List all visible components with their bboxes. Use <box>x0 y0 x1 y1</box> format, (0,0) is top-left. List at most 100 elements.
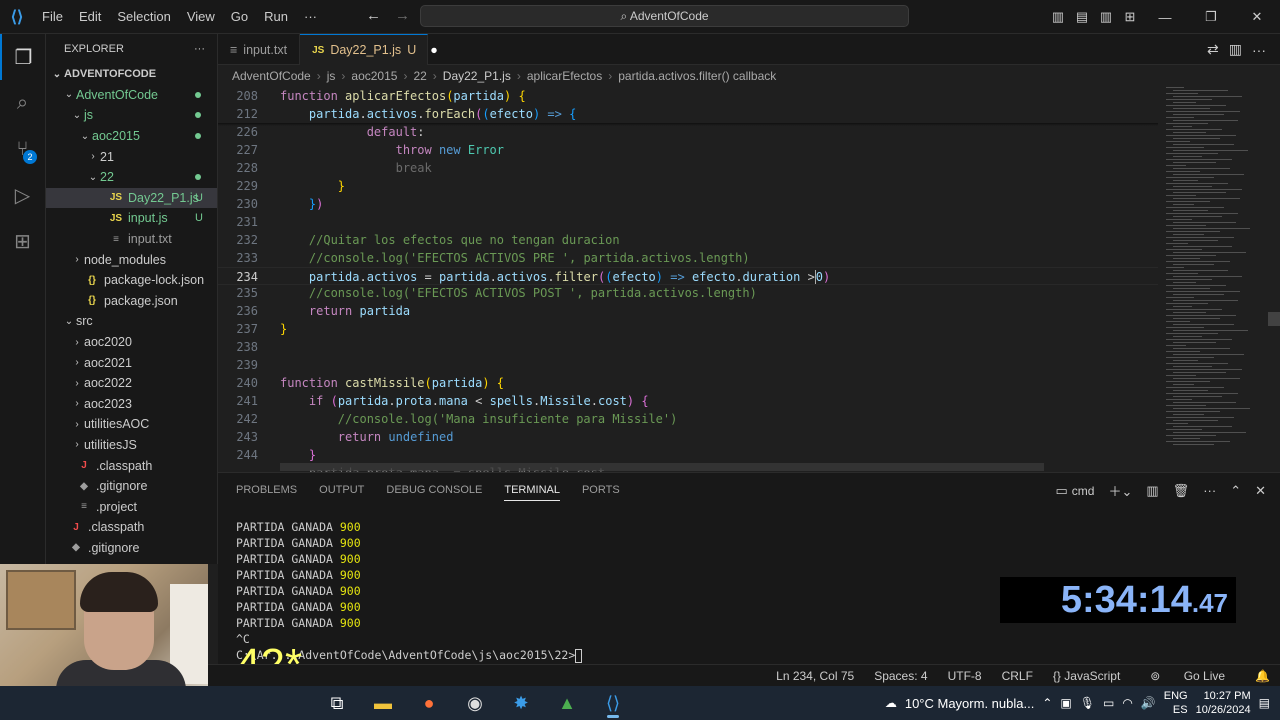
tree-item[interactable]: ⌄ 22 <box>46 167 217 188</box>
breadcrumb-item[interactable]: partida.activos.filter() callback <box>618 69 776 83</box>
panel-tab-ports[interactable]: PORTS <box>582 484 620 496</box>
wifi-icon[interactable]: ◠ <box>1122 696 1132 710</box>
tree-item[interactable]: › utilitiesJS <box>46 435 217 456</box>
horizontal-scrollbar[interactable] <box>280 463 1044 471</box>
code-line[interactable]: 237} <box>218 320 1158 338</box>
tree-item[interactable]: ≡ input.txt <box>46 229 217 250</box>
compare-icon[interactable]: ⇄ <box>1207 41 1219 58</box>
language-indicator[interactable]: ENG ES <box>1164 689 1188 717</box>
more-actions-icon[interactable]: ··· <box>1203 483 1216 498</box>
code-line[interactable]: 208 function aplicarEfectos(partida) { <box>218 87 1158 105</box>
more-actions-icon[interactable]: ··· <box>1252 42 1266 58</box>
code-line[interactable]: 239 <box>218 356 1158 374</box>
code-line[interactable]: 228 break <box>218 159 1158 177</box>
tree-item[interactable]: ⌄ src <box>46 311 217 332</box>
vertical-scrollbar[interactable] <box>1268 312 1280 326</box>
tree-item[interactable]: ⌄ js <box>46 105 217 126</box>
obs-icon[interactable]: ◉ <box>452 686 498 720</box>
tree-item[interactable]: ⌄ aoc2015 <box>46 126 217 147</box>
menu-item-selection[interactable]: Selection <box>109 0 178 34</box>
indentation[interactable]: Spaces: 4 <box>864 669 937 683</box>
code-line[interactable]: 229 } <box>218 177 1158 195</box>
panel-tab-output[interactable]: OUTPUT <box>319 484 364 496</box>
code-line[interactable]: 231 <box>218 213 1158 231</box>
menu-item-[interactable]: ··· <box>296 0 325 34</box>
code-line[interactable]: 244 } <box>218 446 1158 464</box>
tree-item[interactable]: › aoc2020 <box>46 332 217 353</box>
line-ending[interactable]: CRLF <box>992 669 1043 683</box>
encoding[interactable]: UTF-8 <box>938 669 992 683</box>
tree-item[interactable]: › aoc2022 <box>46 373 217 394</box>
breadcrumb-item[interactable]: js <box>327 69 336 83</box>
split-terminal-icon[interactable]: ▥ <box>1146 483 1158 499</box>
source-control-icon[interactable]: ⑂ 2 <box>0 126 45 172</box>
breadcrumb-item[interactable]: 22 <box>413 69 426 83</box>
back-arrow-icon[interactable]: ← <box>366 7 381 24</box>
close-button[interactable]: ✕ <box>1234 9 1280 25</box>
code-line[interactable]: 243 return undefined <box>218 428 1158 446</box>
code-line[interactable]: 234 partida.activos = partida.activos.fi… <box>218 266 1158 285</box>
run-debug-icon[interactable]: ▷ <box>0 172 45 218</box>
menu-item-go[interactable]: Go <box>223 0 256 34</box>
breadcrumb-item[interactable]: AdventOfCode <box>232 69 311 83</box>
battery-icon[interactable]: ▭ <box>1103 696 1114 710</box>
code-line[interactable]: 242 //console.log('Mana insuficiente par… <box>218 410 1158 428</box>
maximize-button[interactable]: ❐ <box>1188 9 1234 25</box>
language-mode[interactable]: {} JavaScript <box>1043 669 1130 683</box>
notification-center-icon[interactable]: ▤ <box>1259 696 1270 710</box>
breadcrumb-item[interactable]: aoc2015 <box>351 69 397 83</box>
task-view-icon[interactable]: ⧉ <box>314 686 360 720</box>
tree-item[interactable]: › aoc2021 <box>46 352 217 373</box>
chevron-up-icon[interactable]: ⌃ <box>1042 696 1052 710</box>
breadcrumb-item[interactable]: Day22_P1.js <box>443 69 511 83</box>
taskbar-search[interactable] <box>208 686 318 720</box>
tree-item[interactable]: ⌄ AdventOfCode <box>46 85 217 106</box>
tab-input-txt[interactable]: ≡ input.txt <box>218 34 301 65</box>
go-live-button[interactable]: ⊚ Go Live <box>1130 669 1245 683</box>
tree-item[interactable]: JS input.js U <box>46 208 217 229</box>
menu-item-edit[interactable]: Edit <box>71 0 109 34</box>
tab-day22-p1-js[interactable]: JS Day22_P1.js U ● <box>300 34 438 65</box>
tree-item[interactable]: ◆ .gitignore <box>46 476 217 497</box>
toggle-panel-icon[interactable]: ▤ <box>1070 9 1094 25</box>
panel-tab-debug-console[interactable]: DEBUG CONSOLE <box>386 484 482 496</box>
code-line[interactable]: 227 throw new Error <box>218 141 1158 159</box>
code-line[interactable]: 240 function castMissile(partida) { <box>218 374 1158 392</box>
volume-icon[interactable]: 🔊 <box>1141 696 1156 710</box>
tree-item[interactable]: J .classpath <box>46 455 217 476</box>
code-line[interactable]: 238 <box>218 338 1158 356</box>
tree-item[interactable]: {} package-lock.json <box>46 270 217 291</box>
menu-item-view[interactable]: View <box>179 0 223 34</box>
panel-tab-terminal[interactable]: TERMINAL <box>504 484 560 501</box>
explorer-icon[interactable]: ❐ <box>0 34 45 80</box>
code-line[interactable]: 236 return partida <box>218 302 1158 320</box>
tree-item[interactable]: ≡ .project <box>46 496 217 517</box>
terminal-shell-label[interactable]: cmd <box>1072 484 1095 498</box>
tree-item[interactable]: › aoc2023 <box>46 394 217 415</box>
code-line[interactable]: 233 //console.log('EFECTOS ACTIVOS PRE '… <box>218 249 1158 267</box>
toggle-secondary-sidebar-icon[interactable]: ▥ <box>1094 9 1118 25</box>
extensions-icon[interactable]: ⊞ <box>0 218 45 264</box>
close-panel-icon[interactable]: ✕ <box>1255 483 1266 499</box>
forward-arrow-icon[interactable]: → <box>395 7 410 24</box>
maximize-panel-icon[interactable]: ⌃ <box>1230 483 1241 499</box>
customize-layout-icon[interactable]: ⊞ <box>1118 9 1142 25</box>
cursor-position[interactable]: Ln 234, Col 75 <box>766 669 864 683</box>
clock[interactable]: 10:27 PM 10/26/2024 <box>1196 689 1251 717</box>
tree-item[interactable]: J .classpath <box>46 517 217 538</box>
file-explorer-icon[interactable]: ▬ <box>360 686 406 720</box>
menu-item-file[interactable]: File <box>34 0 71 34</box>
breadcrumb-item[interactable]: aplicarEfectos <box>527 69 602 83</box>
minimize-button[interactable]: — <box>1142 10 1188 25</box>
unsaved-dot-icon[interactable]: ● <box>430 43 438 57</box>
code-editor[interactable]: 208 function aplicarEfectos(partida) {212… <box>218 87 1280 472</box>
kill-terminal-icon[interactable]: 🗑 <box>1173 483 1190 499</box>
vscode-taskbar-icon[interactable]: ⟨⟩ <box>590 686 636 720</box>
search-icon[interactable]: ⌕ <box>0 80 45 126</box>
command-center[interactable]: ⌕ AdventOfCode <box>420 5 909 27</box>
split-editor-icon[interactable]: ▥ <box>1229 41 1242 58</box>
code-line[interactable]: 235 //console.log('EFECTOS ACTIVOS POST … <box>218 284 1158 302</box>
tree-item[interactable]: JS Day22_P1.js U <box>46 187 217 209</box>
code-line[interactable]: 230 }) <box>218 195 1158 213</box>
tree-item[interactable]: ◆ .gitignore <box>46 538 217 559</box>
